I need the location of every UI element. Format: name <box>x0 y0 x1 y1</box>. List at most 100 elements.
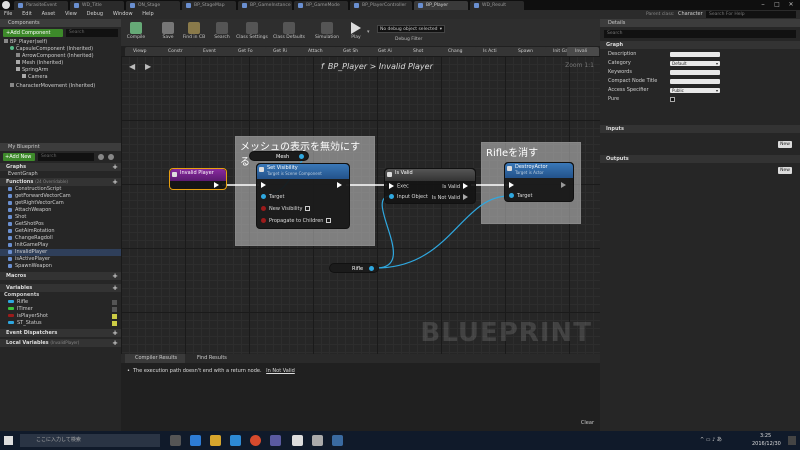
add-dispatcher-icon[interactable]: + <box>112 329 118 337</box>
graph-section[interactable]: Graph <box>600 41 800 49</box>
variables-section[interactable]: Variables + <box>0 284 121 292</box>
add-macro-icon[interactable]: + <box>112 272 118 280</box>
exec-in-pin[interactable] <box>509 182 517 189</box>
tab-find-results[interactable]: Find Results <box>187 354 247 363</box>
graph-canvas[interactable]: ◀ ▶ f BP_Player > Invalid Player Zoom 1:1… <box>121 56 600 354</box>
category-select[interactable]: Default ▾ <box>670 61 720 66</box>
exec-out-pin[interactable] <box>561 182 569 189</box>
tab-construction[interactable]: Constr <box>160 47 198 56</box>
component-item[interactable]: SpringArm <box>4 67 121 74</box>
functions-section[interactable]: Functions (24 Overridable) + <box>0 178 121 186</box>
function-item[interactable]: GetShotPos <box>0 221 121 228</box>
new-input-button[interactable]: New <box>778 141 792 148</box>
save-button[interactable]: Save <box>155 21 181 45</box>
tab-get-right[interactable]: Get Ri <box>265 47 303 56</box>
tab-wd-title[interactable]: WD_Title <box>70 1 124 10</box>
variable-item[interactable]: ST_Status <box>0 320 121 327</box>
windows-start-icon[interactable] <box>4 436 13 445</box>
tab-change[interactable]: Chang <box>440 47 478 56</box>
tab-on-stage[interactable]: ON_Stage <box>126 1 180 10</box>
components-search-input[interactable]: Search <box>66 29 118 37</box>
tab-bp-stagemap[interactable]: BP_StageMap <box>182 1 236 10</box>
menu-file[interactable]: File <box>0 10 16 19</box>
tab-bp-playercontroller[interactable]: BP_PlayerController <box>350 1 412 10</box>
add-local-variable-icon[interactable]: + <box>112 339 118 347</box>
component-item[interactable]: CharacterMovement (Inherited) <box>4 83 121 90</box>
view-options-icon[interactable] <box>98 154 104 160</box>
class-settings-button[interactable]: Class Settings <box>235 21 269 45</box>
pure-checkbox[interactable] <box>670 97 675 102</box>
function-item[interactable]: Shot <box>0 214 121 221</box>
minimize-button[interactable]: – <box>758 1 768 8</box>
add-component-button[interactable]: +Add Component <box>3 29 63 37</box>
class-defaults-button[interactable]: Class Defaults <box>271 21 307 45</box>
photos-icon[interactable] <box>332 435 343 446</box>
edge-icon[interactable] <box>190 435 201 446</box>
function-item[interactable]: SpawnWeapon <box>0 263 121 270</box>
debug-object-select[interactable]: No debug object selected ▾ <box>377 25 445 33</box>
taskbar-search-box[interactable]: ここに入力して検索 <box>20 434 160 447</box>
tab-shot[interactable]: Shot <box>405 47 443 56</box>
tab-attach[interactable]: Attach <box>300 47 338 56</box>
store-icon[interactable] <box>230 435 241 446</box>
play-options-chevron-icon[interactable]: ▾ <box>367 29 370 35</box>
local-variables-section[interactable]: Local Variables (InvalidPlayer) + <box>0 339 121 347</box>
add-graph-icon[interactable]: + <box>112 163 118 171</box>
function-item[interactable]: GetAimRotation <box>0 228 121 235</box>
event-dispatchers-section[interactable]: Event Dispatchers + <box>0 329 121 337</box>
visibility-eye-icon[interactable] <box>112 314 117 319</box>
unreal-engine-icon[interactable] <box>292 435 303 446</box>
component-item[interactable]: Camera <box>4 74 121 81</box>
maximize-button[interactable]: □ <box>772 1 782 8</box>
menu-view[interactable]: View <box>61 10 81 19</box>
my-blueprint-search-input[interactable]: Search <box>38 153 94 161</box>
input-object-pin[interactable]: Input Object <box>389 194 428 200</box>
exec-out-pin[interactable] <box>214 182 222 189</box>
tab-compiler-results[interactable]: Compiler Results <box>125 354 185 363</box>
tab-parasiteevent[interactable]: ParasiteEvent <box>14 1 68 10</box>
entry-node-invalid-player[interactable]: Invalid Player <box>169 168 227 190</box>
menu-asset[interactable]: Asset <box>38 10 60 19</box>
tab-spawn[interactable]: Spawn <box>510 47 548 56</box>
propagate-pin[interactable]: Propagate to Children <box>261 218 332 224</box>
access-specifier-select[interactable]: Public ▾ <box>670 88 720 93</box>
clear-button[interactable]: Clear <box>581 420 594 426</box>
target-pin[interactable]: Target <box>509 193 532 199</box>
add-function-icon[interactable]: + <box>112 178 118 186</box>
chrome-icon[interactable] <box>250 435 261 446</box>
exec-out-pin[interactable] <box>337 182 345 189</box>
graphs-section[interactable]: Graphs + <box>0 163 121 171</box>
compile-button[interactable]: Compile <box>123 21 149 45</box>
inputs-section[interactable]: Inputs <box>600 125 800 133</box>
target-pin[interactable]: Target <box>261 194 284 200</box>
outputs-section[interactable]: Outputs <box>600 155 800 163</box>
menu-edit[interactable]: Edit <box>18 10 36 19</box>
parent-class-value[interactable]: Character <box>678 10 703 19</box>
app-icon[interactable] <box>270 435 281 446</box>
clock-date[interactable]: 2016/12/30 <box>752 441 781 447</box>
compact-node-title-input[interactable] <box>670 79 720 84</box>
function-item[interactable]: getRightVectorCam <box>0 200 121 207</box>
destroy-actor-node[interactable]: DestroyActor Target is Actor Target <box>504 162 574 202</box>
variable-item[interactable]: ITimer <box>0 306 121 313</box>
new-output-button[interactable]: New <box>778 167 792 174</box>
keywords-input[interactable] <box>670 70 720 75</box>
add-variable-icon[interactable]: + <box>112 284 118 292</box>
component-item[interactable]: CapsuleComponent (Inherited) <box>4 46 121 53</box>
menu-window[interactable]: Window <box>109 10 137 19</box>
tab-bp-player[interactable]: BP_Player <box>414 1 468 10</box>
macros-section[interactable]: Macros + <box>0 272 121 280</box>
gamepad-icon[interactable] <box>312 435 323 446</box>
search-button[interactable]: Search <box>209 21 235 45</box>
visibility-eye-icon[interactable] <box>112 300 117 305</box>
is-not-valid-out-pin[interactable]: Is Not Valid <box>432 194 471 201</box>
function-item[interactable]: ConstructionScript <box>0 186 121 193</box>
file-explorer-icon[interactable] <box>210 435 221 446</box>
object-pin-icon[interactable] <box>299 154 304 159</box>
find-in-cb-button[interactable]: Find in CB <box>179 21 209 45</box>
details-search-input[interactable]: Search <box>604 30 796 38</box>
function-item[interactable]: getForwardVectorCam <box>0 193 121 200</box>
is-valid-node[interactable]: Is Valid Exec Input Object Is Valid Is N… <box>384 168 476 204</box>
tab-get-aim[interactable]: Get Ai <box>370 47 408 56</box>
propagate-checkbox[interactable] <box>326 218 332 223</box>
